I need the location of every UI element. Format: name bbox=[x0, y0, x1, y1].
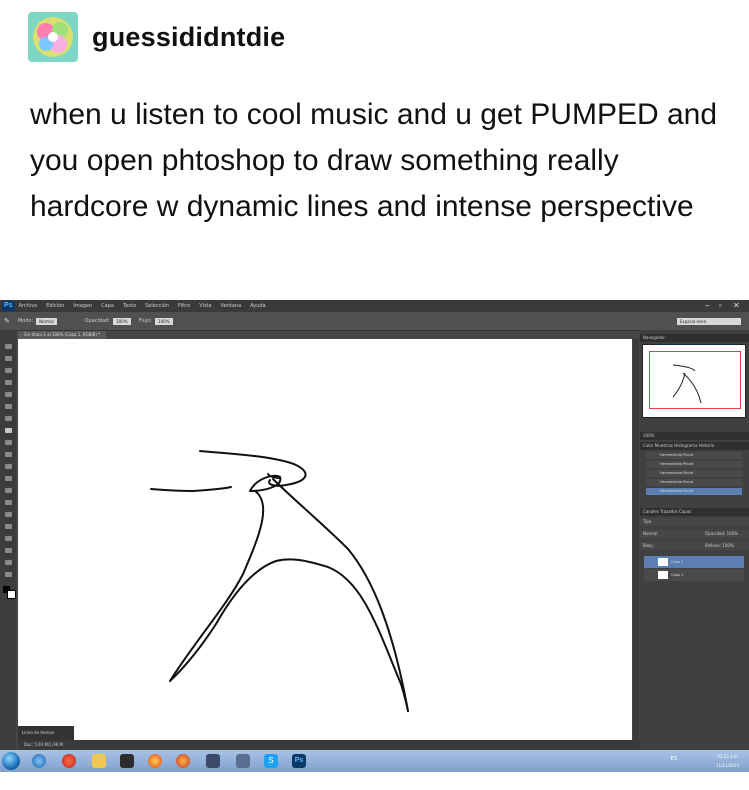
layers-panel-tabs[interactable]: Canales Trazados Capas bbox=[640, 508, 749, 516]
menu-item[interactable]: Edición bbox=[46, 303, 64, 309]
timeline-panel[interactable]: Línea de tiempo bbox=[18, 726, 74, 740]
menu-item[interactable]: Texto bbox=[123, 303, 136, 309]
quick-select-tool-icon[interactable] bbox=[5, 380, 12, 385]
taskbar: S Ps 03:23 a.m. 11/11/2014 ES bbox=[0, 750, 749, 772]
close-icon[interactable]: ✕ bbox=[733, 301, 740, 310]
media-player-icon[interactable] bbox=[62, 754, 76, 768]
zoom-tool-icon[interactable] bbox=[5, 572, 12, 577]
folder-icon[interactable] bbox=[92, 754, 106, 768]
sketch-drawing bbox=[150, 450, 409, 712]
layer-thumbnail bbox=[658, 558, 668, 566]
mode-select[interactable]: Normal bbox=[36, 317, 57, 325]
crop-tool-icon[interactable] bbox=[5, 392, 12, 397]
navigator-panel-tab[interactable]: Navegador bbox=[640, 334, 749, 342]
navigator-thumbnail bbox=[672, 364, 702, 404]
path-select-tool-icon[interactable] bbox=[5, 536, 12, 541]
eyedropper-tool-icon[interactable] bbox=[5, 404, 12, 409]
eraser-tool-icon[interactable] bbox=[5, 464, 12, 469]
history-item[interactable]: Herramienta Pincel bbox=[646, 461, 742, 468]
language-indicator[interactable]: ES bbox=[671, 756, 677, 762]
flow-field[interactable]: 100% bbox=[155, 317, 173, 325]
menu-item[interactable]: Ayuda bbox=[250, 303, 265, 309]
background-color-swatch[interactable] bbox=[7, 590, 16, 599]
layer-thumbnail bbox=[658, 571, 668, 579]
post-header: guessididntdie bbox=[28, 12, 285, 62]
photoshop-screenshot: Ps Archivo Edición Imagen Capa Texto Sel… bbox=[0, 300, 749, 772]
document-tab[interactable]: Sin título-1 al 100% (Capa 1, RGB/8) * bbox=[18, 331, 107, 339]
lasso-tool-icon[interactable] bbox=[5, 368, 12, 373]
status-bar: Doc: 5,93 M/1,96 M bbox=[18, 740, 644, 750]
history-item-active[interactable]: Herramienta Pincel bbox=[646, 488, 742, 495]
gradient-tool-icon[interactable] bbox=[5, 476, 12, 481]
stamp-tool-icon[interactable] bbox=[5, 440, 12, 445]
brush-tool-icon[interactable] bbox=[5, 428, 12, 433]
menu-item[interactable]: Imagen bbox=[73, 303, 92, 309]
workspace-select[interactable]: Espacio esen. bbox=[677, 317, 741, 325]
skype-icon[interactable]: S bbox=[264, 754, 278, 768]
brush-icon[interactable]: ✎ bbox=[4, 317, 10, 325]
chrome-icon[interactable] bbox=[148, 754, 162, 768]
zoom-readout: 100% bbox=[640, 432, 749, 440]
layer-fill[interactable]: Relleno: 100% bbox=[702, 542, 749, 550]
shape-tool-icon[interactable] bbox=[5, 548, 12, 553]
dodge-tool-icon[interactable] bbox=[5, 500, 12, 505]
tools-panel bbox=[0, 330, 16, 750]
opacity-label: Opacidad: bbox=[84, 318, 111, 324]
app-icon[interactable] bbox=[206, 754, 220, 768]
history-item[interactable]: Herramienta Pincel bbox=[646, 452, 742, 459]
maximize-icon[interactable]: ▫ bbox=[719, 301, 722, 310]
flow-label: Flujo: bbox=[138, 318, 153, 324]
marquee-tool-icon[interactable] bbox=[5, 356, 12, 361]
healing-tool-icon[interactable] bbox=[5, 416, 12, 421]
history-item[interactable]: Herramienta Pincel bbox=[646, 470, 742, 477]
blur-tool-icon[interactable] bbox=[5, 488, 12, 493]
clock-time: 03:23 a.m. bbox=[717, 754, 739, 759]
move-tool-icon[interactable] bbox=[5, 344, 12, 349]
start-button[interactable] bbox=[2, 752, 20, 770]
mode-label: Modo: bbox=[17, 318, 34, 324]
menu-item[interactable]: Selección bbox=[145, 303, 169, 309]
pen-tool-icon[interactable] bbox=[5, 512, 12, 517]
taskbar-clock[interactable]: 03:23 a.m. 11/11/2014 bbox=[716, 752, 739, 770]
menu-item[interactable]: Vista bbox=[199, 303, 211, 309]
opacity-field[interactable]: 100% bbox=[113, 317, 131, 325]
layer-filter[interactable]: Tipo bbox=[640, 518, 749, 526]
canvas-scrollbar[interactable] bbox=[633, 339, 639, 746]
ie-icon[interactable] bbox=[32, 754, 46, 768]
avatar[interactable] bbox=[28, 12, 78, 62]
history-item[interactable]: Herramienta Pincel bbox=[646, 479, 742, 486]
app-icon[interactable] bbox=[120, 754, 134, 768]
post-caption: when u listen to cool music and u get PU… bbox=[30, 98, 718, 223]
clock-date: 11/11/2014 bbox=[715, 763, 739, 768]
menu-item[interactable]: Ventana bbox=[221, 303, 242, 309]
app-icon[interactable] bbox=[236, 754, 250, 768]
layer-row[interactable]: Capa 1 bbox=[644, 569, 744, 581]
menu-item[interactable]: Filtro bbox=[178, 303, 190, 309]
ps-logo: Ps bbox=[2, 301, 15, 311]
photoshop-taskbar-icon[interactable]: Ps bbox=[292, 754, 306, 768]
history-panel-tabs[interactable]: Color Muestras Histograma Historia bbox=[640, 442, 749, 450]
navigator-preview[interactable] bbox=[642, 344, 746, 418]
firefox-icon[interactable] bbox=[176, 754, 190, 768]
right-panels: Navegador 100% Color Muestras Histograma… bbox=[640, 330, 749, 750]
hand-tool-icon[interactable] bbox=[5, 560, 12, 565]
menu-item[interactable]: Archivo bbox=[19, 303, 38, 309]
layer-opacity[interactable]: Opacidad: 100% bbox=[702, 530, 749, 538]
username[interactable]: guessididntdie bbox=[92, 22, 285, 53]
menu-item[interactable]: Capa bbox=[101, 303, 114, 309]
history-brush-tool-icon[interactable] bbox=[5, 452, 12, 457]
ps-menubar: Ps Archivo Edición Imagen Capa Texto Sel… bbox=[0, 300, 749, 312]
minimize-icon[interactable]: – bbox=[705, 301, 709, 310]
layer-row-active[interactable]: Capa 1 bbox=[644, 556, 744, 568]
type-tool-icon[interactable] bbox=[5, 524, 12, 529]
options-bar: ✎ Modo: Normal Opacidad: 100% Flujo: 100… bbox=[0, 312, 749, 331]
canvas[interactable] bbox=[18, 339, 632, 746]
